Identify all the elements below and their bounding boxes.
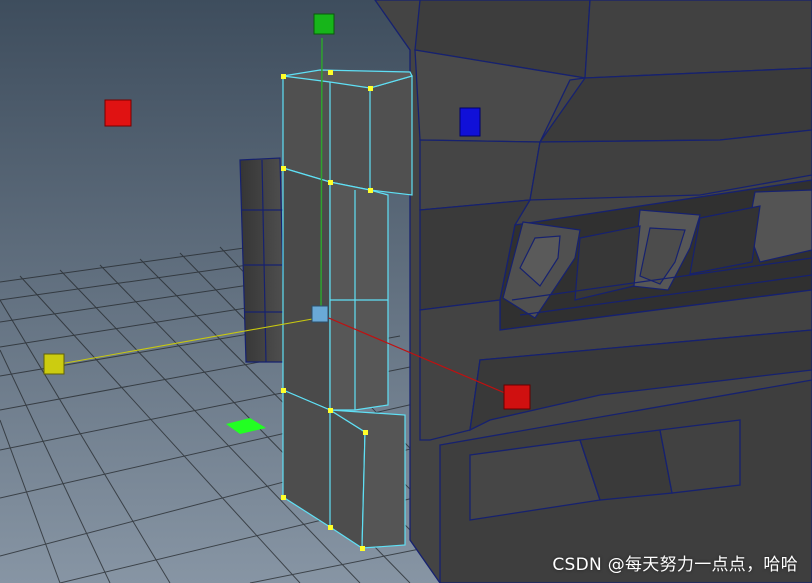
maya-viewport[interactable]: CSDN @每天努力一点点，哈哈 <box>0 0 812 583</box>
csdn-watermark: CSDN @每天努力一点点，哈哈 <box>552 555 798 575</box>
z-axis-handle[interactable] <box>459 107 481 137</box>
red-handle[interactable] <box>104 99 132 127</box>
y-axis-handle[interactable] <box>313 13 335 35</box>
x-axis-handle[interactable] <box>503 384 531 410</box>
view-handle[interactable] <box>43 353 65 375</box>
viewport-canvas[interactable] <box>0 0 812 583</box>
y-axis-line[interactable] <box>320 37 323 313</box>
center-handle[interactable] <box>311 305 329 323</box>
mesh-column[interactable] <box>239 157 286 363</box>
